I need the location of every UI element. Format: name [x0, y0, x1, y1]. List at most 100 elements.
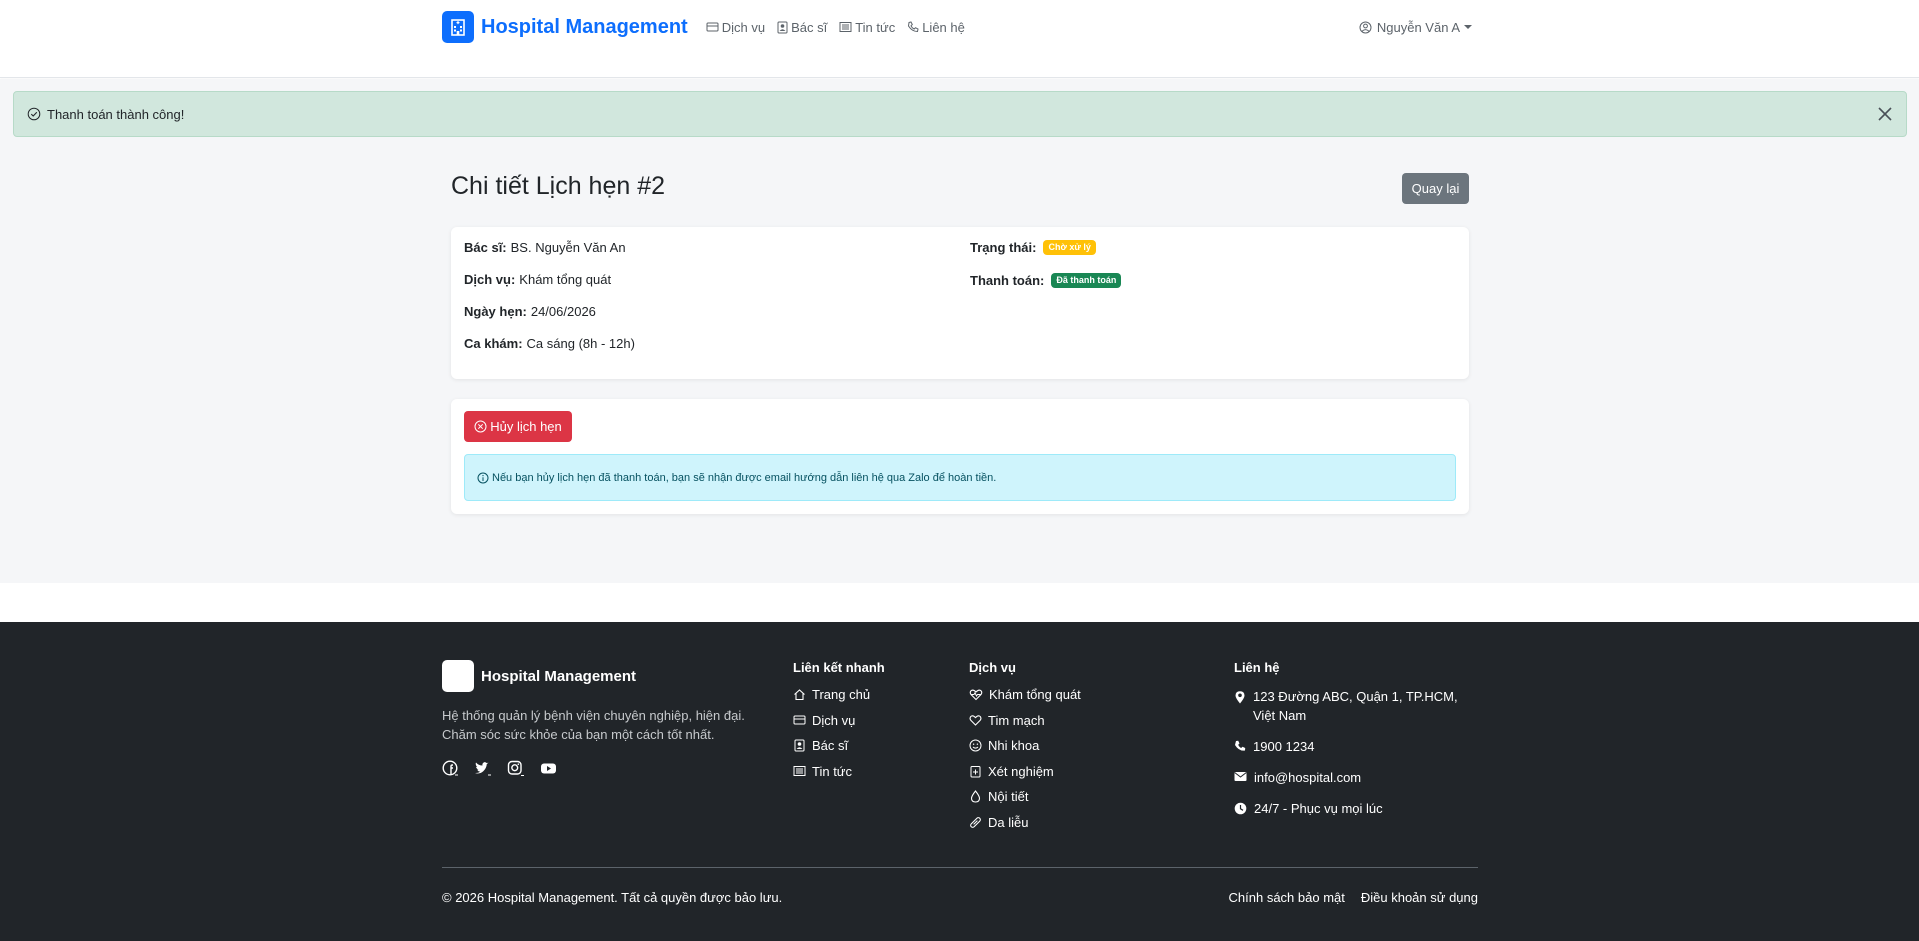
brand-link[interactable]: Hospital Management: [442, 11, 688, 43]
payment-badge: Đã thanh toán: [1051, 273, 1122, 288]
brand-name: Hospital Management: [481, 15, 688, 38]
footer-divider: [442, 867, 1478, 868]
heart-icon: [969, 715, 982, 726]
check-circle-icon: [27, 107, 41, 121]
date-label: Ngày hẹn:: [464, 304, 527, 319]
user-name: Nguyễn Văn A: [1376, 19, 1460, 35]
footer-services: Dịch vụ Khám tổng quát Tim mạch Nhi khoa…: [969, 660, 1081, 840]
status-row: Trạng thái: Chờ xử lý: [970, 240, 1096, 255]
footer-service-cardio-label: Tim mạch: [988, 712, 1045, 728]
close-icon[interactable]: [1875, 104, 1895, 124]
payment-row: Thanh toán: Đã thanh toán: [970, 273, 1122, 288]
card-icon: [706, 22, 719, 32]
footer-hours-text: 24/7 - Phục vụ mọi lúc: [1254, 801, 1383, 816]
cancel-appointment-label: Hủy lịch hẹn: [490, 419, 562, 434]
envelope-icon: [1234, 772, 1247, 781]
hospital-logo-icon: [442, 660, 474, 692]
newspaper-icon: [793, 766, 806, 776]
service-row: Dịch vụ: Khám tổng quát: [464, 272, 611, 287]
clipboard-plus-icon: [970, 765, 981, 777]
shift-value: Ca sáng (8h - 12h): [526, 336, 635, 351]
map-pin-icon: [1235, 691, 1245, 704]
footer-link-doctors-label: Bác sĩ: [812, 738, 849, 753]
footer-service-pediatrics-label: Nhi khoa: [988, 738, 1040, 753]
footer-hours: 24/7 - Phục vụ mọi lúc: [1234, 799, 1479, 818]
nav-link-services-label: Dịch vụ: [721, 19, 766, 35]
nav-link-contact[interactable]: Liên hệ: [907, 20, 965, 35]
info-circle-icon: [477, 472, 489, 483]
back-button[interactable]: Quay lại: [1402, 173, 1469, 204]
refund-info-text: Nếu bạn hủy lịch hẹn đã thanh toán, bạn …: [492, 471, 997, 484]
shift-label: Ca khám:: [464, 336, 523, 351]
cancel-appointment-button[interactable]: Hủy lịch hẹn: [464, 411, 572, 442]
smile-icon: [969, 739, 982, 752]
privacy-policy-link[interactable]: Chính sách bảo mật: [1229, 890, 1345, 905]
date-row: Ngày hẹn: 24/06/2026: [464, 304, 596, 319]
service-value: Khám tổng quát: [519, 272, 612, 287]
footer-service-lab[interactable]: Xét nghiệm: [969, 764, 1081, 779]
nav-link-news-label: Tin tức: [855, 19, 896, 35]
nav-link-doctors-label: Bác sĩ: [791, 19, 828, 35]
appointment-actions-card: Hủy lịch hẹn Nếu bạn hủy lịch hẹn đã tha…: [451, 399, 1469, 514]
chevron-down-icon: [1464, 25, 1472, 29]
doctor-label: Bác sĩ:: [464, 240, 507, 255]
success-alert: Thanh toán thành công!: [13, 91, 1907, 137]
status-label: Trạng thái:: [970, 240, 1037, 255]
footer-link-news[interactable]: Tin tức: [793, 764, 885, 779]
footer-link-doctors[interactable]: Bác sĩ: [793, 738, 885, 753]
doctor-value: BS. Nguyễn Văn An: [510, 240, 626, 255]
nav-link-news[interactable]: Tin tức: [839, 20, 895, 35]
facebook-icon[interactable]: [442, 760, 459, 777]
phone-icon: [1235, 740, 1246, 751]
footer-link-home[interactable]: Trang chủ: [793, 687, 885, 702]
services-title: Dịch vụ: [969, 660, 1016, 675]
user-circle-icon: [1359, 21, 1372, 33]
terms-of-use-link[interactable]: Điều khoản sử dụng: [1361, 890, 1478, 905]
footer-service-endocrine-label: Nội tiết: [988, 789, 1029, 804]
youtube-icon[interactable]: [540, 760, 557, 777]
footer-link-news-label: Tin tức: [812, 763, 853, 779]
payment-label: Thanh toán:: [970, 273, 1045, 288]
date-value: 24/06/2026: [530, 304, 596, 319]
footer-service-general-label: Khám tổng quát: [989, 687, 1081, 702]
hospital-icon: [442, 11, 474, 43]
nav-link-doctors[interactable]: Bác sĩ: [777, 20, 827, 35]
footer-service-pediatrics[interactable]: Nhi khoa: [969, 738, 1081, 753]
user-menu-toggle[interactable]: Nguyễn Văn A: [1359, 20, 1472, 35]
footer: Hospital Management Hệ thống quản lý bện…: [0, 622, 1919, 941]
footer-phone: 1900 1234: [1234, 737, 1479, 756]
footer-service-derma[interactable]: Da liễu: [969, 815, 1081, 830]
footer-link-services[interactable]: Dịch vụ: [793, 713, 885, 728]
footer-phone-text: 1900 1234: [1253, 739, 1315, 754]
newspaper-icon: [839, 22, 852, 32]
social-links: [442, 760, 572, 777]
doctor-row: Bác sĩ: BS. Nguyễn Văn An: [464, 240, 626, 255]
doctor-badge-icon: [777, 21, 788, 33]
navbar-inner: Hospital Management Dịch vụ Bác sĩ Tin t…: [442, 0, 1472, 54]
page-title: Chi tiết Lịch hẹn #2: [451, 172, 666, 200]
instagram-icon[interactable]: [507, 760, 525, 777]
footer-service-derma-label: Da liễu: [988, 814, 1029, 830]
x-circle-icon: [474, 420, 487, 433]
footer-legal-links: Chính sách bảo mật Điều khoản sử dụng: [1213, 890, 1478, 905]
card-icon: [793, 715, 806, 725]
shift-row: Ca khám: Ca sáng (8h - 12h): [464, 336, 635, 351]
clock-icon: [1234, 802, 1247, 815]
house-icon: [794, 689, 805, 701]
heart-pulse-icon: [969, 689, 983, 701]
success-alert-message: Thanh toán thành công!: [47, 106, 185, 122]
twitter-icon[interactable]: [474, 760, 492, 777]
refund-info-alert: Nếu bạn hủy lịch hẹn đã thanh toán, bạn …: [464, 454, 1456, 501]
navbar: Hospital Management Dịch vụ Bác sĩ Tin t…: [0, 0, 1919, 78]
footer-link-services-label: Dịch vụ: [812, 712, 856, 728]
nav-link-services[interactable]: Dịch vụ: [706, 20, 765, 35]
main-content: Thanh toán thành công! Chi tiết Lịch hẹn…: [0, 79, 1919, 583]
footer-contact: Liên hệ 123 Đường ABC, Quận 1, TP.HCM, V…: [1234, 660, 1479, 830]
status-badge: Chờ xử lý: [1043, 240, 1096, 255]
footer-address-text: 123 Đường ABC, Quận 1, TP.HCM, Việt Nam: [1253, 689, 1458, 723]
footer-service-general[interactable]: Khám tổng quát: [969, 687, 1081, 702]
nav-link-contact-label: Liên hệ: [922, 19, 965, 35]
footer-service-endocrine[interactable]: Nội tiết: [969, 789, 1081, 804]
footer-quick-links: Liên kết nhanh Trang chủ Dịch vụ Bác sĩ …: [793, 660, 885, 789]
footer-service-cardio[interactable]: Tim mạch: [969, 713, 1081, 728]
